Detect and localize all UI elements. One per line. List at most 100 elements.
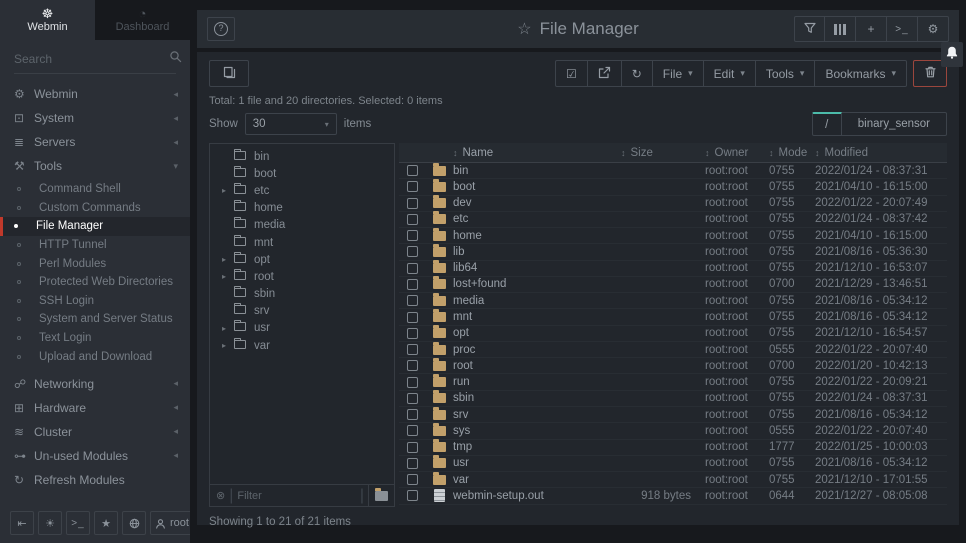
help-button[interactable]: ?: [207, 17, 235, 41]
row-checkbox[interactable]: [407, 198, 418, 209]
notifications-button[interactable]: [941, 42, 963, 67]
row-checkbox[interactable]: [407, 442, 418, 453]
table-row[interactable]: runroot:root07552022/01/22 - 20:09:21: [399, 374, 947, 390]
row-checkbox[interactable]: [407, 230, 418, 241]
collapse-sidebar-button[interactable]: ⇤: [10, 511, 34, 535]
tree-item-media[interactable]: media: [210, 217, 394, 234]
row-checkbox[interactable]: [407, 360, 418, 371]
sidebar-item-hardware[interactable]: ⊞Hardware◂: [0, 396, 190, 420]
file-name[interactable]: root: [453, 360, 621, 372]
sidebar-item-system[interactable]: ⊡System◂: [0, 106, 190, 130]
tree-item-sbin[interactable]: sbin: [210, 286, 394, 303]
table-row[interactable]: optroot:root07552021/12/10 - 16:54:57: [399, 326, 947, 342]
file-name[interactable]: mnt: [453, 311, 621, 323]
tree-item-etc[interactable]: ▸etc: [210, 182, 394, 199]
row-checkbox[interactable]: [407, 474, 418, 485]
file-name[interactable]: tmp: [453, 441, 621, 453]
paste-buffer-button[interactable]: [209, 60, 249, 87]
search-input[interactable]: [14, 52, 169, 66]
chevron-right-icon[interactable]: ▸: [218, 186, 230, 195]
sidebar-item-servers[interactable]: ≣Servers◂: [0, 130, 190, 154]
theme-button[interactable]: ☀: [38, 511, 62, 535]
tree-folder-button[interactable]: [368, 485, 394, 506]
row-checkbox[interactable]: [407, 458, 418, 469]
table-row[interactable]: lost+foundroot:root07002021/12/29 - 13:4…: [399, 277, 947, 293]
tab-dashboard[interactable]: ◔ Dashboard: [95, 0, 190, 40]
file-name[interactable]: sys: [453, 425, 621, 437]
menu-tools[interactable]: Tools▾: [756, 60, 816, 87]
column-modified[interactable]: ↕Modified: [815, 147, 947, 159]
table-row[interactable]: rootroot:root07002022/01/20 - 10:42:13: [399, 358, 947, 374]
file-name[interactable]: opt: [453, 327, 621, 339]
row-checkbox[interactable]: [407, 263, 418, 274]
row-checkbox[interactable]: [407, 393, 418, 404]
table-row[interactable]: usrroot:root07552021/08/16 - 05:34:12: [399, 456, 947, 472]
table-row[interactable]: procroot:root05552022/01/22 - 20:07:40: [399, 342, 947, 358]
sidebar-item-upload-and-download[interactable]: Upload and Download: [0, 347, 190, 366]
tree-item-mnt[interactable]: mnt: [210, 234, 394, 251]
chevron-right-icon[interactable]: ▸: [218, 341, 230, 350]
settings-button[interactable]: ⚙: [918, 16, 949, 42]
favorites-button[interactable]: ★: [94, 511, 118, 535]
tree-item-usr[interactable]: ▸usr: [210, 320, 394, 337]
filter-button[interactable]: [794, 16, 825, 42]
row-checkbox[interactable]: [407, 490, 418, 501]
row-checkbox[interactable]: [407, 312, 418, 323]
tree-item-var[interactable]: ▸var: [210, 337, 394, 354]
tree-item-srv[interactable]: srv: [210, 303, 394, 320]
column-name[interactable]: ↕Name: [453, 147, 621, 159]
table-row[interactable]: sbinroot:root07552022/01/24 - 08:37:31: [399, 391, 947, 407]
row-checkbox[interactable]: [407, 409, 418, 420]
file-name[interactable]: dev: [453, 197, 621, 209]
table-row[interactable]: bootroot:root07552021/04/10 - 16:15:00: [399, 179, 947, 195]
file-name[interactable]: lib: [453, 246, 621, 258]
menu-edit[interactable]: Edit▾: [704, 60, 756, 87]
sidebar-item-perl-modules[interactable]: Perl Modules: [0, 254, 190, 273]
columns-button[interactable]: [825, 16, 856, 42]
sidebar-item-http-tunnel[interactable]: HTTP Tunnel: [0, 236, 190, 255]
row-checkbox[interactable]: [407, 165, 418, 176]
filter-input[interactable]: [237, 490, 359, 502]
tree-item-bin[interactable]: bin: [210, 148, 394, 165]
sidebar-item-text-login[interactable]: Text Login: [0, 329, 190, 348]
menu-file[interactable]: File▾: [653, 60, 704, 87]
tab-webmin[interactable]: ☸ Webmin: [0, 0, 95, 40]
row-checkbox[interactable]: [407, 377, 418, 388]
page-size-select[interactable]: 30 ▾: [245, 113, 337, 135]
sidebar-item-un-used-modules[interactable]: ⊶Un-used Modules◂: [0, 444, 190, 468]
column-size[interactable]: ↕Size: [621, 147, 705, 159]
refresh-button[interactable]: ↻: [622, 60, 653, 87]
sidebar-item-protected-web-directories[interactable]: Protected Web Directories: [0, 273, 190, 292]
chevron-right-icon[interactable]: ▸: [218, 324, 230, 333]
table-row[interactable]: sysroot:root05552022/01/22 - 20:07:40: [399, 423, 947, 439]
sidebar-item-ssh-login[interactable]: SSH Login: [0, 292, 190, 311]
file-name[interactable]: webmin-setup.out: [453, 490, 621, 502]
table-row[interactable]: srvroot:root07552021/08/16 - 05:34:12: [399, 407, 947, 423]
table-row[interactable]: varroot:root07552021/12/10 - 17:01:55: [399, 472, 947, 488]
tree-item-opt[interactable]: ▸opt: [210, 251, 394, 268]
table-row[interactable]: libroot:root07552021/08/16 - 05:36:30: [399, 244, 947, 260]
clear-filter-icon[interactable]: ⊗: [216, 489, 225, 502]
table-row[interactable]: lib64root:root07552021/12/10 - 16:53:07: [399, 261, 947, 277]
table-row[interactable]: binroot:root07552022/01/24 - 08:37:31: [399, 163, 947, 179]
sidebar-item-file-manager[interactable]: File Manager: [0, 217, 190, 236]
shell-button[interactable]: >_: [887, 16, 918, 42]
row-checkbox[interactable]: [407, 344, 418, 355]
sidebar-item-refresh-modules[interactable]: ↻Refresh Modules: [0, 468, 190, 492]
tree-item-root[interactable]: ▸root: [210, 268, 394, 285]
table-row[interactable]: mntroot:root07552021/08/16 - 05:34:12: [399, 309, 947, 325]
table-row[interactable]: tmproot:root17772022/01/25 - 10:00:03: [399, 440, 947, 456]
column-mode[interactable]: ↕Mode: [769, 147, 815, 159]
sidebar-item-cluster[interactable]: ≋Cluster◂: [0, 420, 190, 444]
chevron-right-icon[interactable]: ▸: [218, 272, 230, 281]
file-name[interactable]: run: [453, 376, 621, 388]
row-checkbox[interactable]: [407, 181, 418, 192]
table-row[interactable]: homeroot:root07552021/04/10 - 16:15:00: [399, 228, 947, 244]
chevron-right-icon[interactable]: ▸: [218, 255, 230, 264]
breadcrumb-current[interactable]: binary_sensor: [842, 112, 947, 136]
tree-item-boot[interactable]: boot: [210, 165, 394, 182]
table-row[interactable]: mediaroot:root07552021/08/16 - 05:34:12: [399, 293, 947, 309]
select-all-button[interactable]: ☑: [555, 60, 588, 87]
export-button[interactable]: [588, 60, 622, 87]
sidebar-item-webmin[interactable]: ⚙Webmin◂: [0, 82, 190, 106]
